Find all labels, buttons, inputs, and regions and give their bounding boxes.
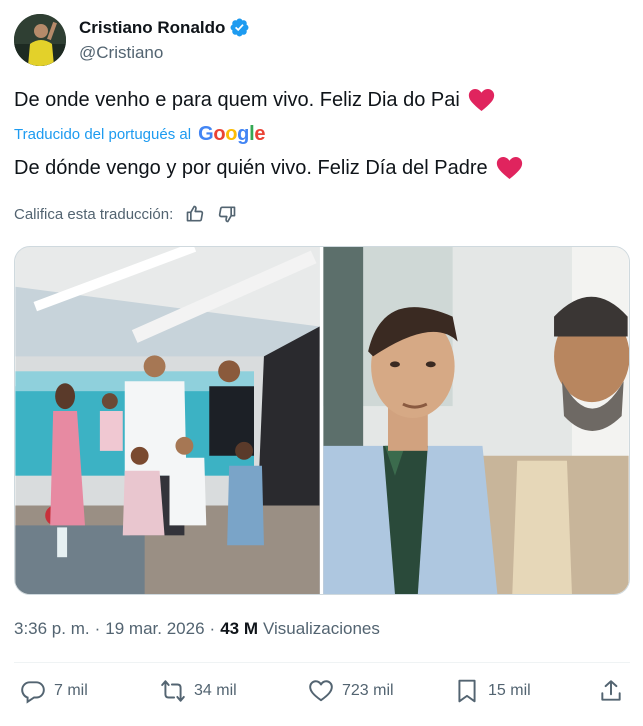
- views-label: Visualizaciones: [263, 619, 380, 638]
- bookmark-count: 15 mil: [488, 682, 531, 699]
- reply-count: 7 mil: [54, 682, 88, 699]
- repost-button[interactable]: 34 mil: [160, 678, 237, 704]
- family-photo[interactable]: [15, 247, 320, 594]
- tweet-meta: 3:36 p. m. · 19 mar. 2026 · 43 M Visuali…: [14, 619, 380, 639]
- translated-by-label: Traducido del portugués al: [14, 125, 192, 143]
- verified-badge-icon: [230, 18, 249, 37]
- divider: [14, 662, 630, 663]
- tweet-date[interactable]: 19 mar. 2026: [105, 619, 204, 639]
- repost-icon: [161, 680, 185, 702]
- reply-icon: [21, 681, 45, 704]
- reply-button[interactable]: 7 mil: [20, 678, 88, 704]
- father-photo[interactable]: [323, 247, 629, 594]
- like-button[interactable]: 723 mil: [308, 678, 394, 704]
- avatar[interactable]: [14, 14, 66, 66]
- media-grid[interactable]: [14, 246, 630, 595]
- original-text: De onde venho e para quem vivo. Feliz Di…: [14, 89, 460, 111]
- tweet-original-text: De onde venho e para quem vivo. Feliz Di…: [14, 86, 495, 114]
- share-button[interactable]: [598, 678, 632, 704]
- action-bar: 7 mil 34 mil 723 mil 15 mil: [14, 678, 630, 712]
- tweet-translated-text: De dónde vengo y por quién vivo. Feliz D…: [14, 154, 523, 182]
- like-heart-icon: [309, 680, 333, 702]
- views-count: 43 M: [220, 619, 258, 638]
- rate-translation: Califica esta traducción:: [14, 204, 237, 224]
- repost-count: 34 mil: [194, 682, 237, 699]
- heart-icon: [496, 157, 522, 179]
- like-count: 723 mil: [342, 682, 394, 699]
- meta-separator: ·: [209, 619, 216, 638]
- share-icon: [601, 680, 621, 701]
- translation-attribution[interactable]: Traducido del portugués al Google: [14, 123, 265, 145]
- google-logo: Google: [198, 123, 266, 145]
- bookmark-button[interactable]: 15 mil: [454, 678, 531, 704]
- tweet-header: Cristiano Ronaldo @Cristiano: [14, 14, 250, 66]
- display-name[interactable]: Cristiano Ronaldo: [79, 17, 225, 39]
- thumbs-up-icon[interactable]: [185, 204, 205, 224]
- thumbs-down-icon[interactable]: [217, 204, 237, 224]
- translated-text: De dónde vengo y por quién vivo. Feliz D…: [14, 157, 488, 179]
- meta-separator: ·: [94, 619, 101, 638]
- rate-translation-label: Califica esta traducción:: [14, 205, 174, 223]
- handle[interactable]: @Cristiano: [79, 42, 250, 64]
- bookmark-icon: [458, 679, 476, 703]
- tweet-time[interactable]: 3:36 p. m.: [14, 619, 90, 639]
- heart-icon: [468, 89, 494, 111]
